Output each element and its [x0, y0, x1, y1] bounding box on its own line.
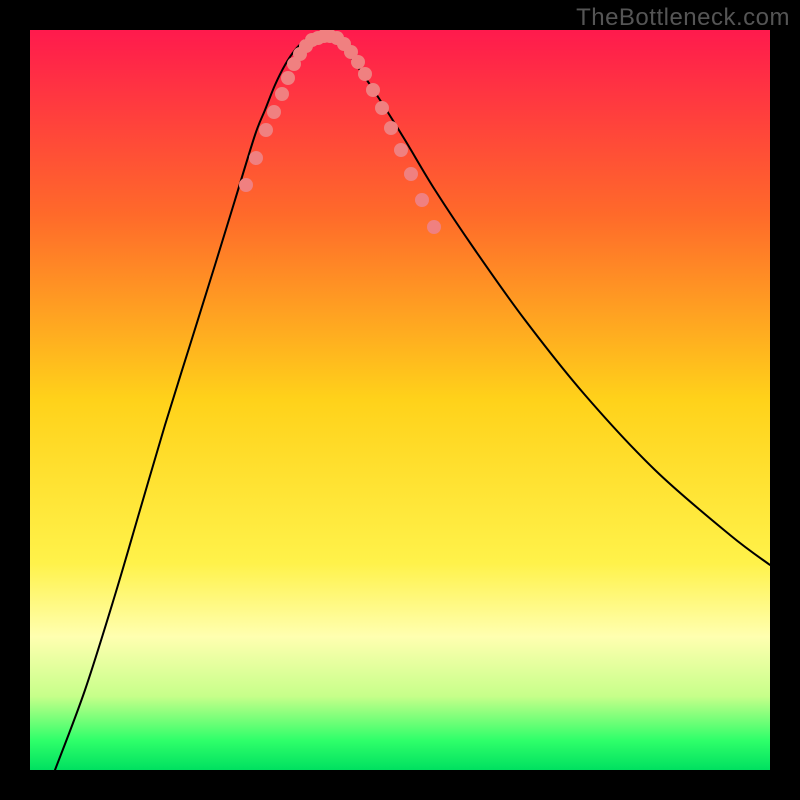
watermark-text: TheBottleneck.com — [576, 4, 790, 32]
dot-right-dots — [375, 101, 389, 115]
dot-left-dots — [249, 151, 263, 165]
chart-svg — [30, 30, 770, 770]
dot-right-dots — [415, 193, 429, 207]
dot-left-dots — [239, 178, 253, 192]
chart-container: TheBottleneck.com — [0, 0, 800, 800]
dot-left-dots — [259, 123, 273, 137]
dot-left-dots — [267, 105, 281, 119]
gradient-background — [30, 30, 770, 770]
dot-right-dots — [358, 67, 372, 81]
dot-left-dots — [275, 87, 289, 101]
dot-right-dots — [366, 83, 380, 97]
dot-left-dots — [281, 71, 295, 85]
dot-right-dots — [404, 167, 418, 181]
dot-right-dots — [427, 220, 441, 234]
dot-right-dots — [394, 143, 408, 157]
dot-right-dots — [384, 121, 398, 135]
plot-area — [30, 30, 770, 770]
dot-right-dots — [351, 55, 365, 69]
